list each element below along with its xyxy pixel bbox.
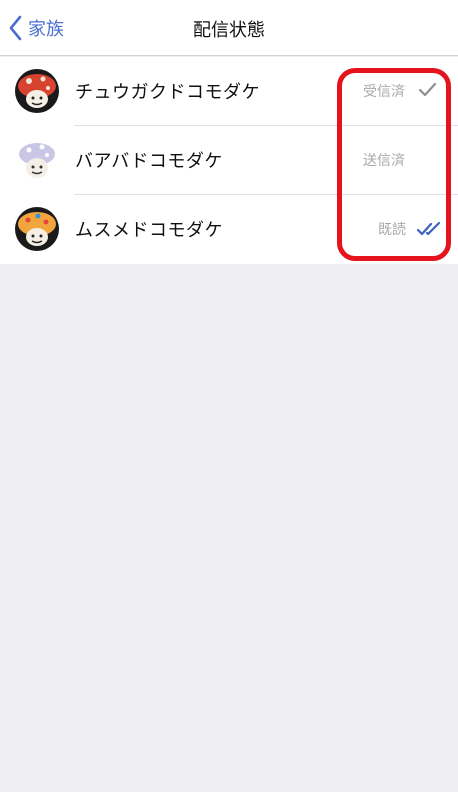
avatar xyxy=(15,207,59,251)
recipient-name: チュウガクドコモダケ xyxy=(75,82,260,103)
avatar xyxy=(15,138,59,182)
double-check-icon xyxy=(416,221,441,236)
status-label: 送信済 xyxy=(363,153,405,169)
recipient-list: チュウガクドコモダケ 受信済 バアバドコモダケ 送信済 ムスメドコモダケ 既読 xyxy=(0,57,458,264)
navigation-bar: 家族 配信状態 xyxy=(0,0,458,56)
avatar xyxy=(15,69,59,113)
recipient-name: バアバドコモダケ xyxy=(75,151,223,172)
page-title: 配信状態 xyxy=(193,20,265,41)
recipient-row[interactable]: バアバドコモダケ 送信済 xyxy=(0,126,458,195)
recipient-row[interactable]: チュウガクドコモダケ 受信済 xyxy=(0,57,458,126)
recipient-row[interactable]: ムスメドコモダケ 既読 xyxy=(0,195,458,264)
status-label: 受信済 xyxy=(363,84,405,100)
status-label: 既読 xyxy=(378,222,406,238)
check-icon xyxy=(418,82,437,97)
recipient-name: ムスメドコモダケ xyxy=(75,220,223,241)
